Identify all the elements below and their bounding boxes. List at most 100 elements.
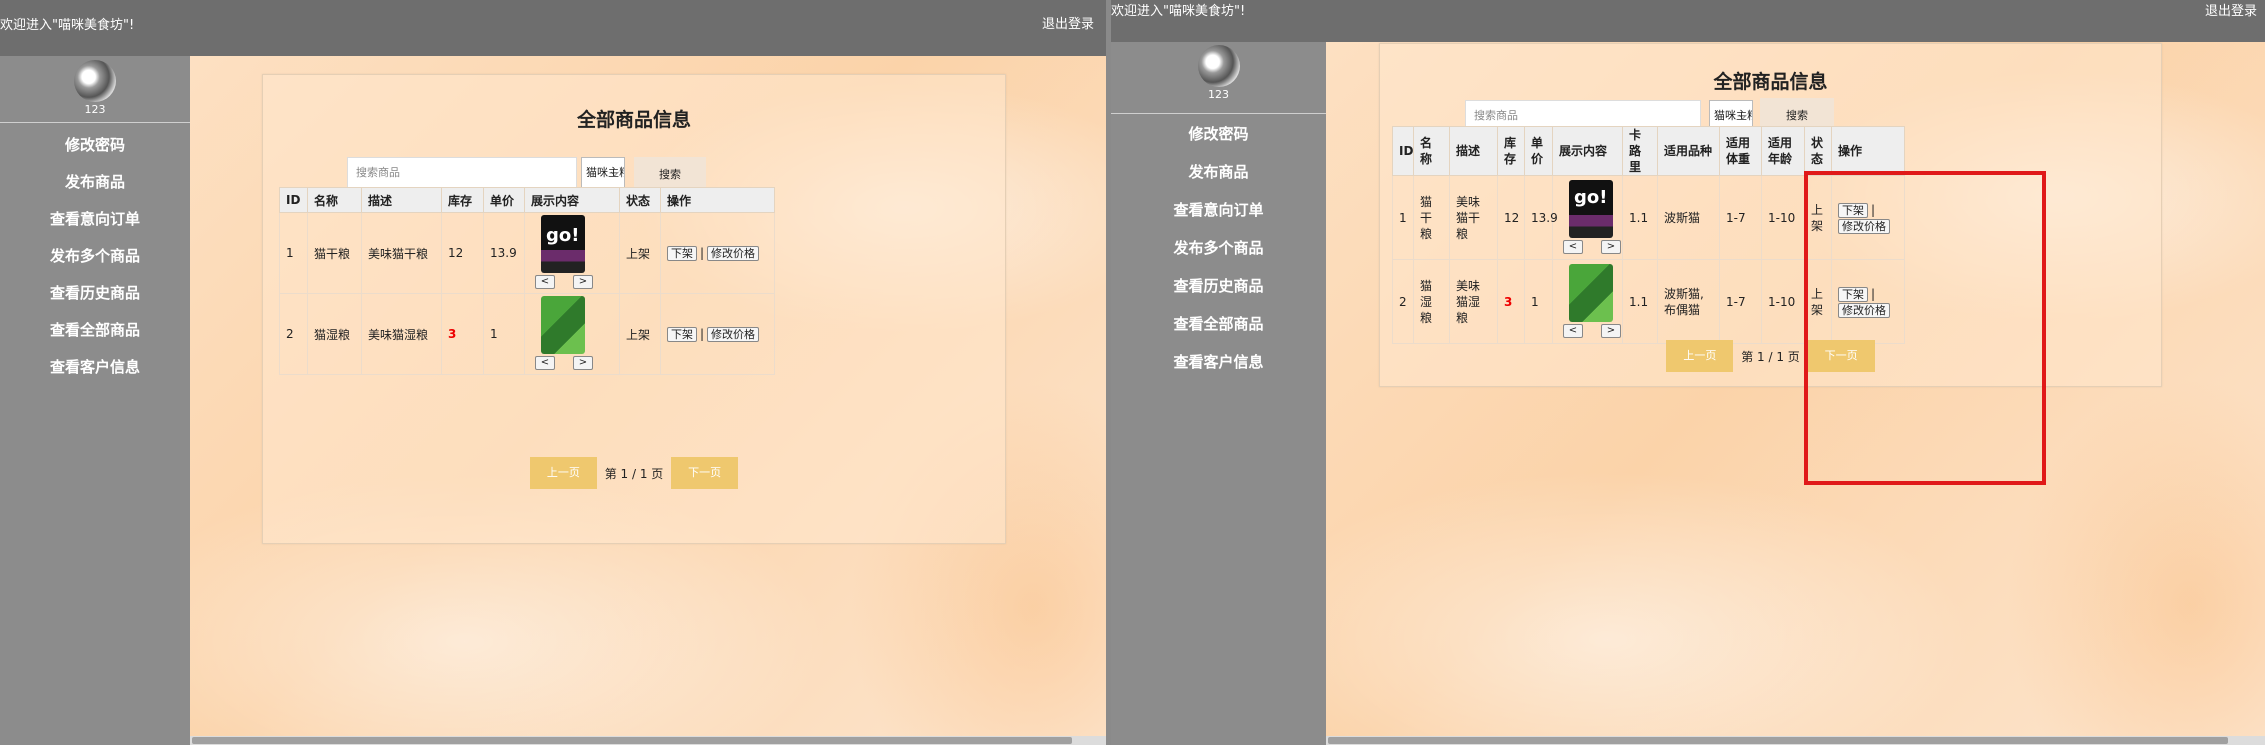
welcome-text: 欢迎进入"喵咪美食坊"!	[1111, 4, 1246, 19]
edit-price-button[interactable]: 修改价格	[1838, 302, 1890, 318]
takedown-button[interactable]: 下架	[1838, 202, 1868, 218]
cell-price: 1	[483, 293, 525, 375]
carousel-next-button[interactable]: >	[573, 356, 593, 370]
separator: |	[700, 326, 705, 341]
menu-view-customers[interactable]: 查看客户信息	[1111, 343, 1326, 381]
image-carousel: < >	[1559, 179, 1621, 256]
product-image	[1569, 263, 1613, 322]
search-button[interactable]: 搜索	[634, 157, 706, 191]
horizontal-scrollbar[interactable]	[190, 736, 1106, 745]
left-screenshot: 欢迎进入"喵咪美食坊"! 退出登录 123 修改密码 发布商品 查看意向订单 发…	[0, 0, 1106, 745]
cell-price: 13.9	[1524, 175, 1558, 260]
cell-name: 猫湿粮	[307, 293, 362, 375]
menu-view-history[interactable]: 查看历史商品	[0, 275, 190, 312]
header-cell: 库存	[441, 187, 484, 213]
product-image	[541, 296, 585, 354]
menu-change-password[interactable]: 修改密码	[1111, 115, 1326, 153]
header-cell: 卡路里	[1622, 126, 1658, 176]
carousel-next-button[interactable]: >	[573, 275, 593, 289]
right-screenshot: 欢迎进入"喵咪美食坊"! 退出登录 123 修改密码 发布商品 查看意向订单 发…	[1111, 0, 2265, 745]
scrollbar-thumb[interactable]	[192, 737, 1072, 744]
cell-id: 2	[279, 293, 308, 375]
cell-actions: 下架|修改价格	[660, 212, 775, 294]
cell-stock: 3	[441, 293, 484, 375]
cell-id: 2	[1392, 259, 1414, 344]
carousel-prev-button[interactable]: <	[1563, 239, 1583, 254]
cell-status: 上架	[1804, 175, 1832, 260]
carousel-next-button[interactable]: >	[1601, 323, 1621, 338]
search-input[interactable]	[347, 157, 577, 189]
menu-change-password[interactable]: 修改密码	[0, 127, 190, 164]
edit-price-button[interactable]: 修改价格	[707, 326, 760, 342]
cell-name: 猫干粮	[307, 212, 362, 294]
header-cell: 展示内容	[1552, 126, 1623, 176]
sidebar: 123 修改密码 发布商品 查看意向订单 发布多个商品 查看历史商品 查看全部商…	[1111, 42, 1326, 745]
next-page-button[interactable]: 下一页	[1807, 340, 1875, 372]
scrollbar-thumb[interactable]	[1328, 737, 2228, 744]
header-cell: 名称	[1413, 126, 1450, 176]
edit-price-button[interactable]: 修改价格	[707, 245, 760, 261]
carousel-prev-button[interactable]: <	[535, 275, 555, 289]
edit-price-button[interactable]: 修改价格	[1838, 218, 1890, 234]
category-select-value: 猫咪主粮	[1714, 109, 1752, 122]
products-panel: 全部商品信息 猫咪主粮 ⌵ 搜索 ID 名称 描述 库存 单价	[1379, 43, 2162, 387]
cell-status: 上架	[619, 212, 661, 294]
logout-link[interactable]: 退出登录	[1042, 13, 1094, 32]
carousel-prev-button[interactable]: <	[1563, 323, 1583, 338]
logout-link[interactable]: 退出登录	[2205, 0, 2257, 19]
products-table: ID 名称 描述 库存 单价 展示内容 卡路里 适用品种 适用体重 适用年龄 状…	[1392, 126, 1905, 344]
cell-price: 1	[1524, 259, 1553, 344]
image-carousel: < >	[531, 215, 593, 291]
pagination: 上一页 第 1 / 1 页 下一页	[263, 457, 1005, 489]
menu-publish-multiple[interactable]: 发布多个商品	[1111, 229, 1326, 267]
menu-view-all-products[interactable]: 查看全部商品	[0, 312, 190, 349]
cell-stock: 3	[1497, 259, 1525, 344]
menu-publish-product[interactable]: 发布商品	[0, 164, 190, 201]
header-cell: 适用体重	[1719, 126, 1762, 176]
header-cell: 名称	[307, 187, 362, 213]
header-cell: 单价	[1524, 126, 1553, 176]
username: 123	[1208, 88, 1229, 101]
menu-view-all-products[interactable]: 查看全部商品	[1111, 305, 1326, 343]
table-row: 2 猫湿粮 美味猫湿粮 3 1 < > 上架 下架 | 修改价格	[279, 293, 775, 375]
menu-view-customers[interactable]: 查看客户信息	[0, 349, 190, 386]
product-image	[541, 215, 585, 273]
header-cell: 操作	[660, 187, 775, 213]
cell-calorie: 1.1	[1622, 259, 1658, 344]
cell-weight: 1-7	[1719, 259, 1762, 344]
table-row: 1 猫干粮 美味猫干粮 12 13.9 < > 上架 下架|修改价格	[279, 212, 775, 294]
user-profile: 123	[0, 56, 190, 123]
carousel-next-button[interactable]: >	[1601, 239, 1621, 254]
takedown-button[interactable]: 下架	[667, 245, 697, 261]
menu-view-intent-orders[interactable]: 查看意向订单	[1111, 191, 1326, 229]
horizontal-scrollbar[interactable]	[1326, 736, 2265, 745]
page-title: 全部商品信息	[576, 109, 691, 131]
cell-name: 猫干粮	[1413, 175, 1450, 260]
carousel-prev-button[interactable]: <	[535, 356, 555, 370]
menu-view-intent-orders[interactable]: 查看意向订单	[0, 201, 190, 238]
menu-publish-multiple[interactable]: 发布多个商品	[0, 238, 190, 275]
prev-page-button[interactable]: 上一页	[529, 457, 597, 489]
user-profile: 123	[1111, 42, 1326, 114]
avatar[interactable]	[74, 60, 116, 102]
prev-page-button[interactable]: 上一页	[1666, 340, 1734, 372]
next-page-button[interactable]: 下一页	[671, 457, 739, 489]
page-info: 第 1 / 1 页	[1741, 349, 1800, 364]
table-row: 1 猫干粮 美味猫干粮 12 13.9 < > 1.1 波斯猫 1-7	[1392, 175, 1905, 260]
takedown-button[interactable]: 下架	[667, 326, 697, 342]
cell-media: < >	[524, 212, 620, 294]
header-cell: 描述	[1449, 126, 1498, 176]
sidebar-menu: 修改密码 发布商品 查看意向订单 发布多个商品 查看历史商品 查看全部商品 查看…	[1111, 115, 1326, 381]
top-bar: 欢迎进入"喵咪美食坊"! 退出登录	[0, 0, 1106, 56]
menu-publish-product[interactable]: 发布商品	[1111, 153, 1326, 191]
category-select[interactable]: 猫咪主粮 ⌵	[581, 157, 625, 189]
chevron-down-icon: ⌵	[610, 166, 619, 179]
menu-view-history[interactable]: 查看历史商品	[1111, 267, 1326, 305]
image-carousel: < >	[1559, 263, 1621, 340]
avatar[interactable]	[1197, 45, 1240, 87]
cell-age: 1-10	[1761, 259, 1805, 344]
cell-age: 1-10	[1761, 175, 1805, 260]
takedown-button[interactable]: 下架	[1838, 286, 1868, 302]
header-cell: 展示内容	[524, 187, 620, 213]
table-row: 2 猫湿粮 美味猫湿粮 3 1 < > 1.1 波斯猫,布偶猫 1-7 1-10…	[1392, 259, 1905, 344]
